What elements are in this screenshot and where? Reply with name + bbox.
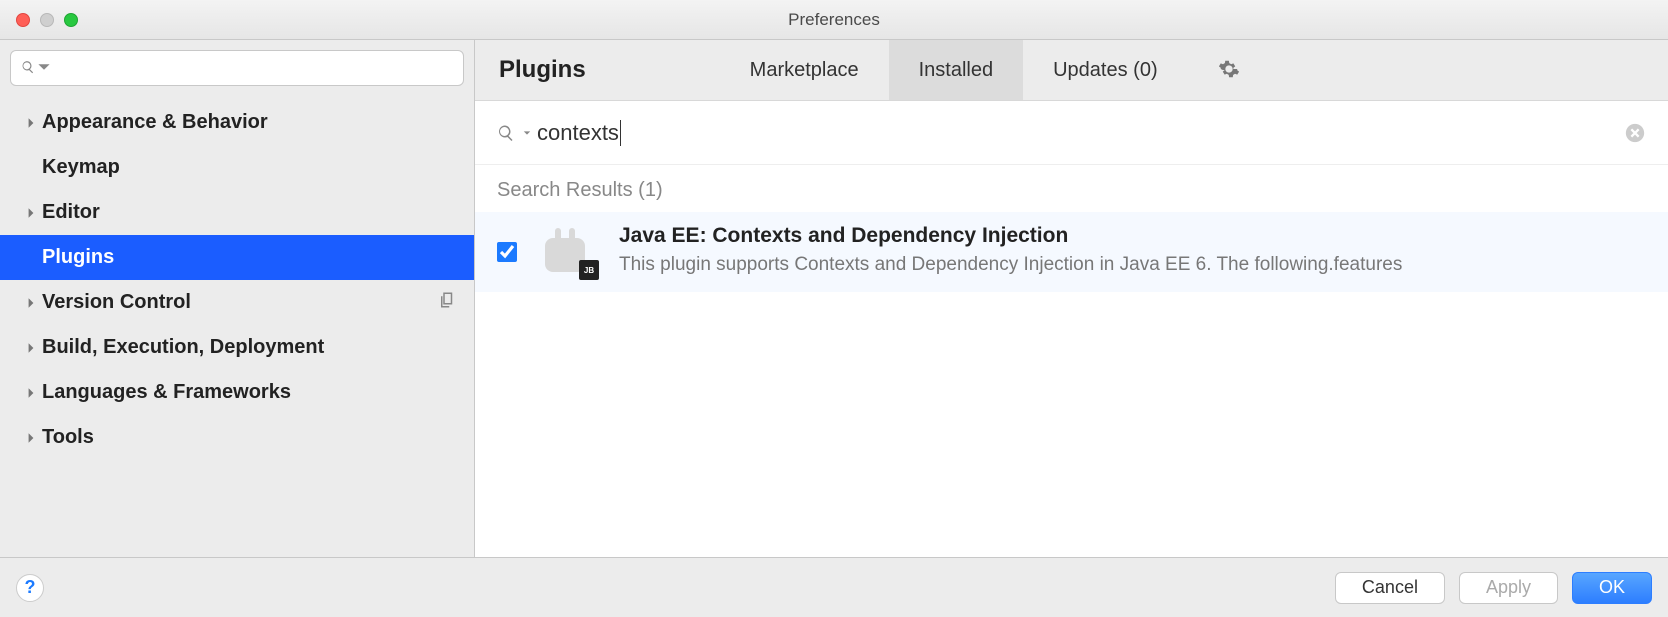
plugin-title: Java EE: Contexts and Dependency Injecti…: [619, 224, 1646, 248]
search-icon: [21, 60, 35, 77]
footer: ? Cancel Apply OK: [0, 557, 1668, 617]
plugin-description: This plugin supports Contexts and Depend…: [619, 254, 1646, 276]
window-title: Preferences: [0, 10, 1668, 30]
results-header: Search Results (1): [475, 165, 1668, 212]
sidebar-tree: Appearance & Behavior Keymap Editor Plug…: [0, 92, 474, 557]
tab-installed[interactable]: Installed: [889, 40, 1024, 100]
gear-icon: [1218, 58, 1240, 83]
chevron-down-icon: [37, 60, 51, 77]
titlebar: Preferences: [0, 0, 1668, 40]
chevron-right-icon: [20, 207, 42, 219]
text-cursor: [620, 120, 622, 146]
sidebar-item-keymap[interactable]: Keymap: [0, 145, 474, 190]
search-icon: [497, 124, 515, 142]
copy-profile-icon: [438, 291, 456, 315]
sidebar-item-languages[interactable]: Languages & Frameworks: [0, 370, 474, 415]
tabs-row: Plugins Marketplace Installed Updates (0…: [475, 40, 1668, 101]
sidebar-item-label: Editor: [42, 201, 100, 224]
clear-search-button[interactable]: [1624, 122, 1646, 144]
sidebar-item-label: Appearance & Behavior: [42, 111, 268, 134]
sidebar-search-input[interactable]: [57, 59, 453, 77]
cancel-button[interactable]: Cancel: [1335, 572, 1445, 604]
sidebar-item-editor[interactable]: Editor: [0, 190, 474, 235]
chevron-right-icon: [20, 297, 42, 309]
tab-marketplace[interactable]: Marketplace: [720, 40, 889, 100]
ok-button[interactable]: OK: [1572, 572, 1652, 604]
plugin-icon: JB: [537, 224, 599, 280]
sidebar-item-label: Plugins: [42, 246, 114, 269]
plugin-enable-checkbox[interactable]: [497, 242, 517, 262]
close-icon: [1624, 132, 1646, 147]
settings-button[interactable]: [1188, 40, 1270, 100]
sidebar-item-label: Build, Execution, Deployment: [42, 336, 324, 359]
plugin-search[interactable]: contexts: [475, 101, 1668, 165]
chevron-right-icon: [20, 387, 42, 399]
sidebar-search[interactable]: [10, 50, 464, 86]
plugin-search-value: contexts: [537, 120, 619, 146]
sidebar-item-label: Languages & Frameworks: [42, 381, 291, 404]
chevron-right-icon: [20, 342, 42, 354]
tab-updates[interactable]: Updates (0): [1023, 40, 1188, 100]
sidebar-item-plugins[interactable]: Plugins: [0, 235, 474, 280]
jb-badge: JB: [579, 260, 599, 280]
help-button[interactable]: ?: [16, 574, 44, 602]
sidebar-item-version-control[interactable]: Version Control: [0, 280, 474, 325]
sidebar-item-label: Keymap: [42, 156, 120, 179]
chevron-right-icon: [20, 432, 42, 444]
sidebar-item-appearance[interactable]: Appearance & Behavior: [0, 100, 474, 145]
sidebar-item-tools[interactable]: Tools: [0, 415, 474, 460]
section-title: Plugins: [475, 40, 610, 100]
sidebar-item-label: Tools: [42, 426, 94, 449]
chevron-right-icon: [20, 117, 42, 129]
apply-button[interactable]: Apply: [1459, 572, 1558, 604]
plugin-result[interactable]: JB Java EE: Contexts and Dependency Inje…: [475, 212, 1668, 292]
sidebar-item-label: Version Control: [42, 291, 191, 314]
chevron-down-icon: [523, 129, 531, 137]
sidebar-item-build[interactable]: Build, Execution, Deployment: [0, 325, 474, 370]
sidebar: Appearance & Behavior Keymap Editor Plug…: [0, 40, 475, 557]
main-panel: Plugins Marketplace Installed Updates (0…: [475, 40, 1668, 557]
